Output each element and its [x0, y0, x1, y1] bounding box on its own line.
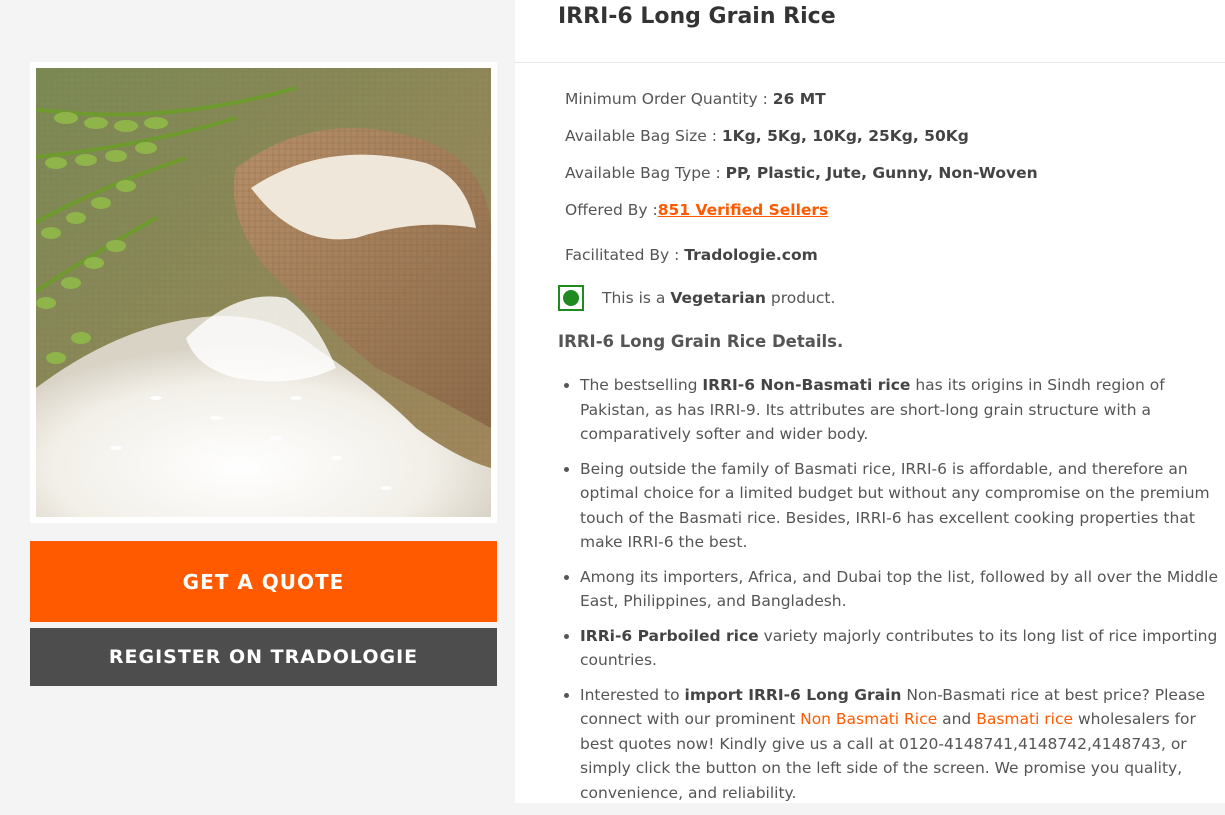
product-image-card	[30, 62, 497, 523]
spec-value: 1Kg, 5Kg, 10Kg, 25Kg, 50Kg	[721, 127, 969, 145]
spec-min-order-quantity: Minimum Order Quantity : 26 MT	[565, 88, 1205, 125]
title-bar: IRRI-6 Long Grain Rice	[515, 0, 1225, 63]
spec-bag-type: Available Bag Type : PP, Plastic, Jute, …	[565, 162, 1205, 199]
vegetarian-icon	[558, 285, 584, 311]
register-on-tradologie-button[interactable]: REGISTER ON TRADOLOGIE	[30, 628, 497, 686]
list-item: The bestselling IRRI-6 Non-Basmati rice …	[580, 373, 1220, 447]
right-column: IRRI-6 Long Grain Rice Minimum Order Qua…	[515, 0, 1225, 803]
list-item: Being outside the family of Basmati rice…	[580, 457, 1220, 555]
list-item: Interested to import IRRI-6 Long Grain N…	[580, 683, 1220, 806]
spec-bag-size: Available Bag Size : 1Kg, 5Kg, 10Kg, 25K…	[565, 125, 1205, 162]
product-image[interactable]	[36, 68, 491, 517]
spec-label: Facilitated By :	[565, 246, 685, 264]
spec-value: 26 MT	[772, 90, 826, 108]
product-specs: Minimum Order Quantity : 26 MT Available…	[565, 88, 1205, 281]
spec-value: PP, Plastic, Jute, Gunny, Non-Woven	[725, 164, 1038, 182]
verified-sellers-link[interactable]: 851 Verified Sellers	[658, 201, 829, 219]
spec-offered-by: Offered By :851 Verified Sellers	[565, 199, 1205, 236]
spec-label: Available Bag Type :	[565, 164, 726, 182]
spec-label: Offered By :	[565, 201, 658, 219]
left-column: GET A QUOTE REGISTER ON TRADOLOGIE	[0, 0, 515, 803]
get-a-quote-button[interactable]: GET A QUOTE	[30, 541, 497, 622]
spec-facilitated-by: Facilitated By : Tradologie.com	[565, 244, 1205, 281]
details-list: The bestselling IRRI-6 Non-Basmati rice …	[558, 373, 1220, 815]
spec-label: Minimum Order Quantity :	[565, 90, 773, 108]
rice-sack-illustration	[36, 68, 491, 517]
vegetarian-text: This is a Vegetarian product.	[602, 289, 836, 307]
basmati-rice-link[interactable]: Basmati rice	[976, 710, 1073, 728]
details-heading: IRRI-6 Long Grain Rice Details.	[558, 332, 844, 351]
non-basmati-rice-link[interactable]: Non Basmati Rice	[800, 710, 937, 728]
list-item: IRRi-6 Parboiled rice variety majorly co…	[580, 624, 1220, 673]
spec-label: Available Bag Size :	[565, 127, 722, 145]
page-title: IRRI-6 Long Grain Rice	[558, 4, 836, 29]
vegetarian-indicator: This is a Vegetarian product.	[558, 283, 835, 313]
list-item: Among its importers, Africa, and Dubai t…	[580, 565, 1220, 614]
spec-value: Tradologie.com	[684, 246, 818, 264]
